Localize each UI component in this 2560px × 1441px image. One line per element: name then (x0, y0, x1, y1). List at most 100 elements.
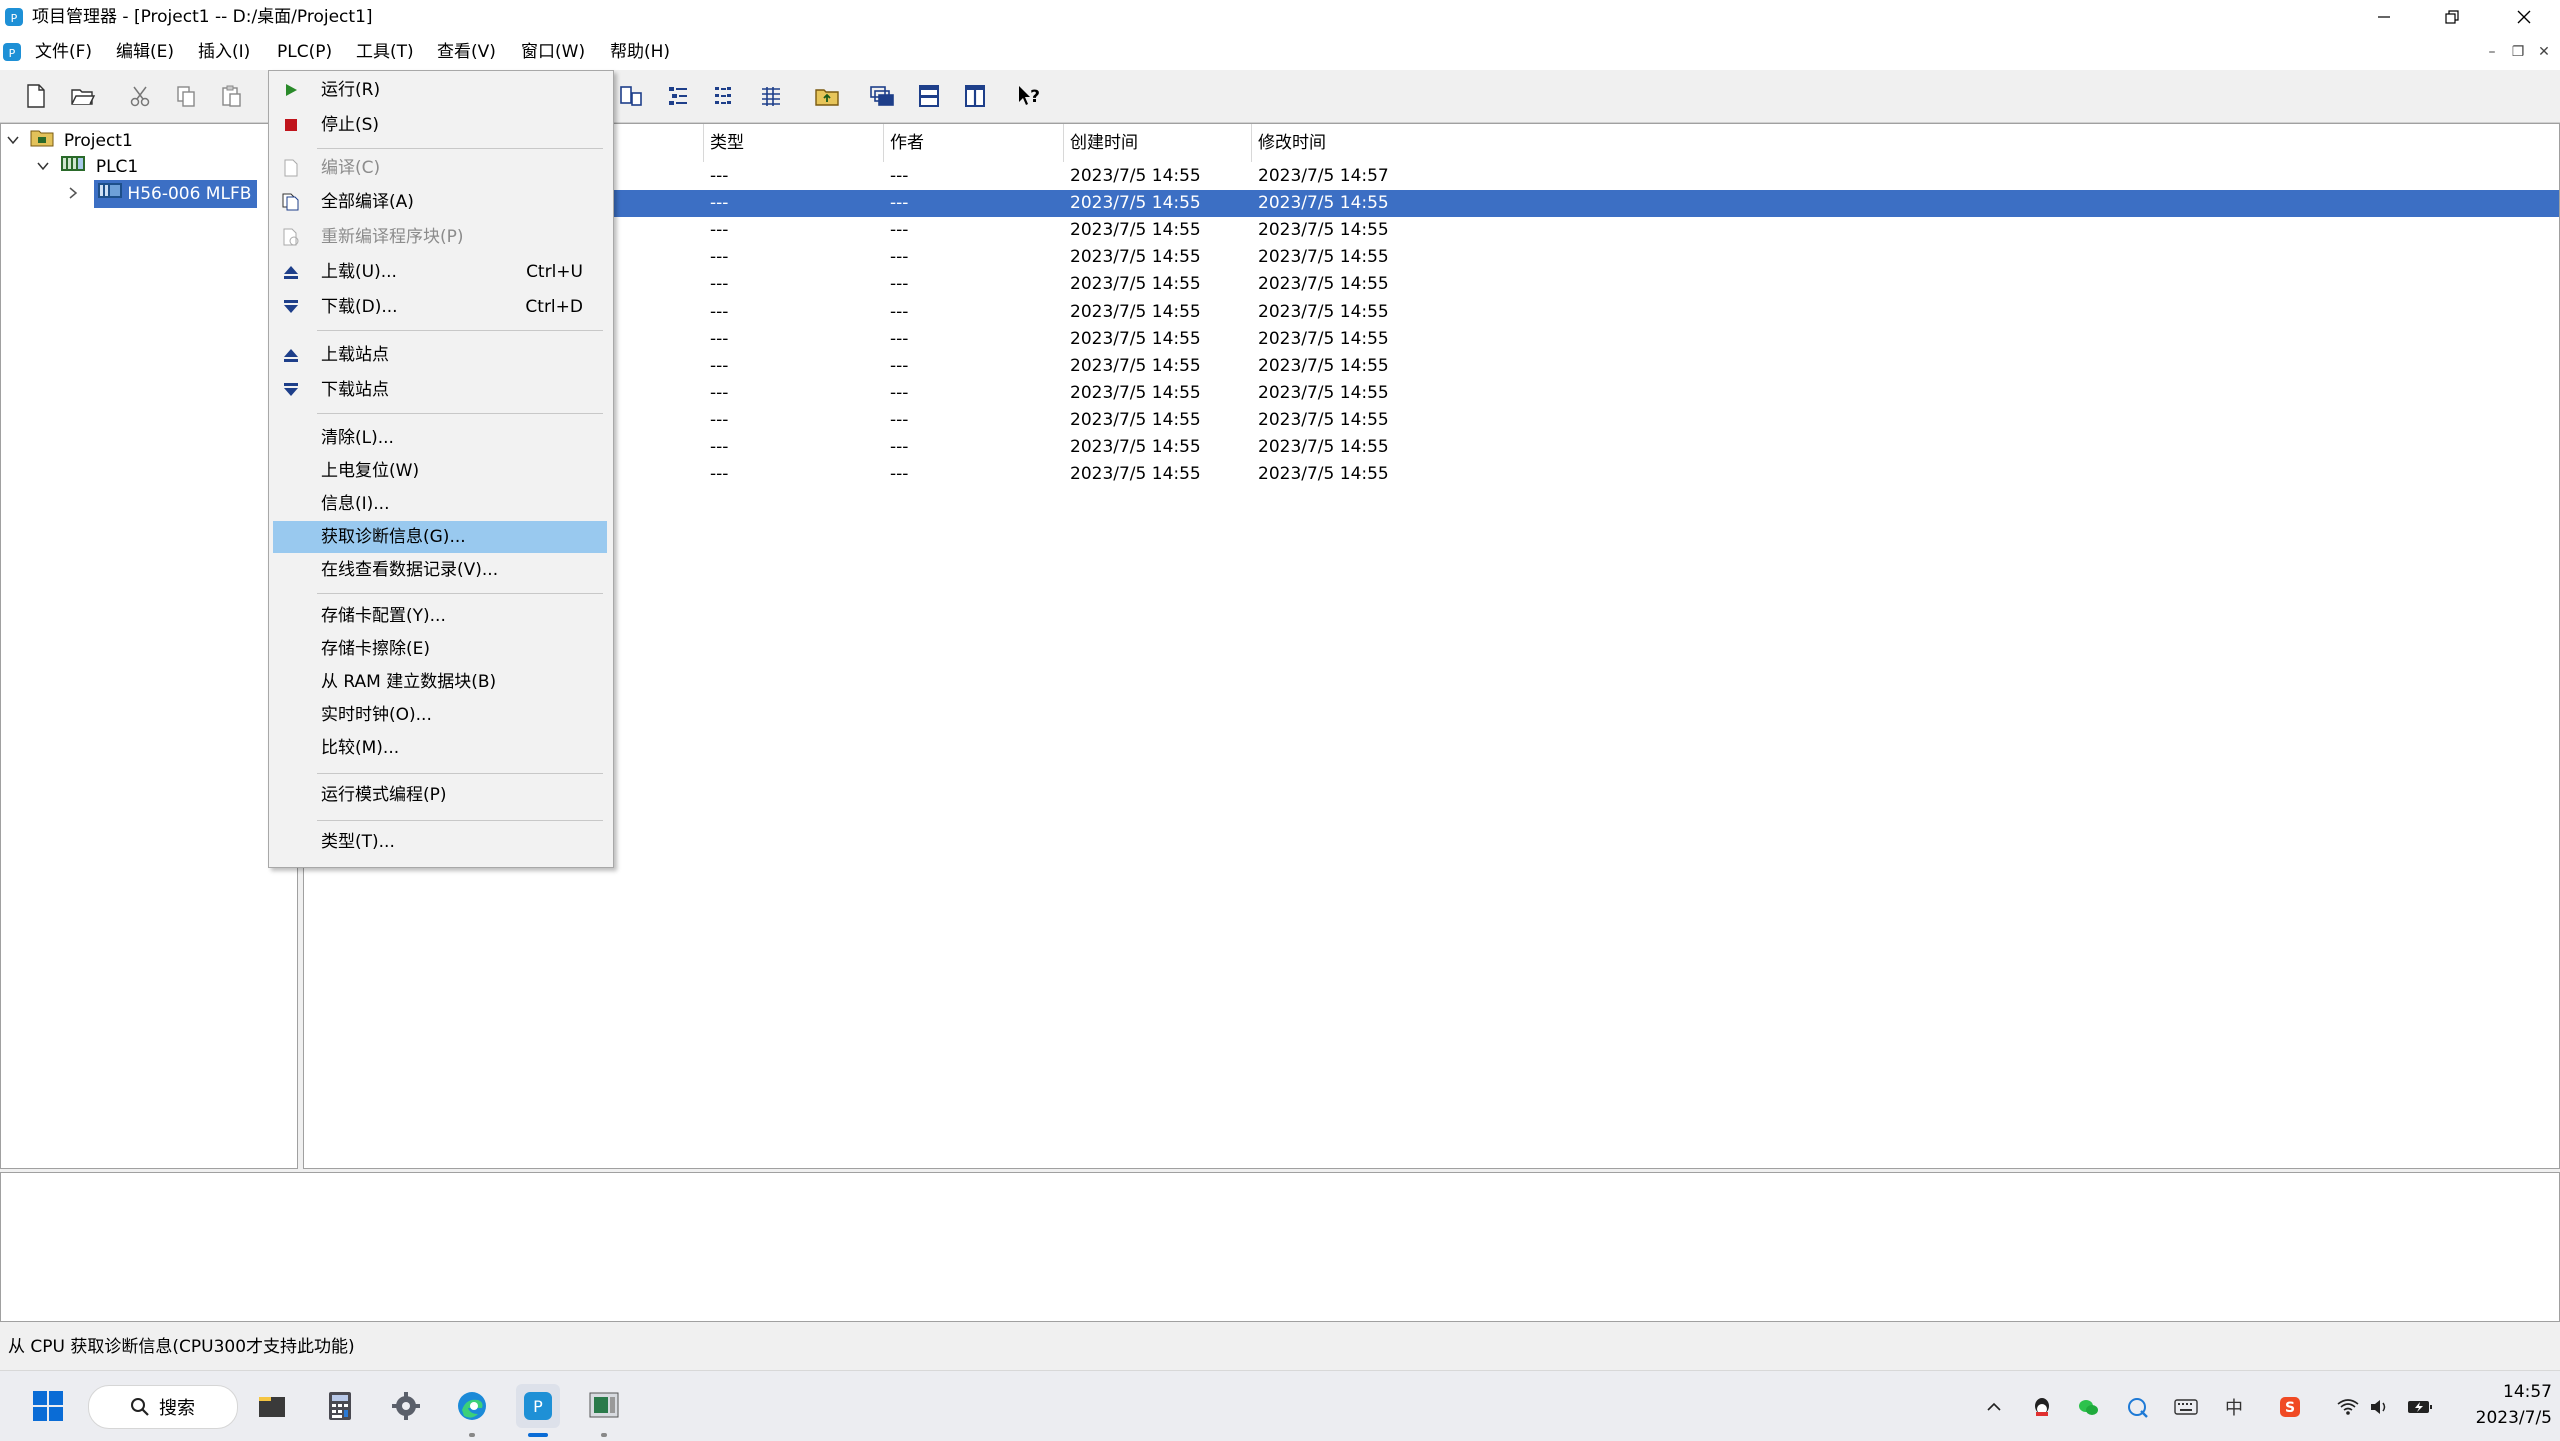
column-header-author[interactable]: 作者 (884, 124, 1064, 162)
cell-created: 2023/7/5 14:55 (1070, 193, 1201, 214)
menu-item-download[interactable]: 下载(D)... Ctrl+D (273, 291, 607, 323)
svg-text:P: P (533, 1397, 543, 1416)
clock-date: 2023/7/5 (2475, 1408, 2552, 1428)
menu-item-ram-to-db[interactable]: 从 RAM 建立数据块(B) (273, 666, 607, 698)
calculator-icon[interactable] (318, 1384, 362, 1428)
cell-modified: 2023/7/5 14:55 (1258, 437, 1389, 457)
battery-icon[interactable] (2406, 1393, 2434, 1421)
table-row[interactable]: --- --- 2023/7/5 14:55 2023/7/5 14:55 (304, 326, 2559, 353)
menu-item-diagnostics[interactable]: 获取诊断信息(G)... (273, 521, 607, 553)
volume-icon[interactable] (2366, 1393, 2394, 1421)
menu-item-upload-station[interactable]: 上载站点 (273, 339, 607, 371)
wifi-icon[interactable] (2334, 1393, 2362, 1421)
menu-item-compile-all[interactable]: 全部编译(A) (273, 186, 607, 218)
recompile-icon (281, 227, 301, 247)
menu-item-real-time-clock[interactable]: 实时时钟(O)... (273, 699, 607, 731)
table-row[interactable]: --- --- 2023/7/5 14:55 2023/7/5 14:55 (304, 217, 2559, 244)
plc-sim-app-icon[interactable] (582, 1384, 626, 1428)
menu-help[interactable]: 帮助(H) (604, 34, 676, 70)
menu-item-power-reset[interactable]: 上电复位(W) (273, 455, 607, 487)
menu-item-compare[interactable]: 比较(M)... (273, 732, 607, 764)
menu-item-info[interactable]: 信息(I)... (273, 488, 607, 520)
cascade-windows-icon[interactable] (863, 78, 901, 114)
menu-tools[interactable]: 工具(T) (350, 34, 420, 70)
menu-item-type[interactable]: 类型(T)... (273, 826, 607, 858)
table-row[interactable]: --- --- 2023/7/5 14:55 2023/7/5 14:55 (304, 407, 2559, 434)
new-file-icon[interactable] (17, 78, 55, 114)
table-row[interactable]: --- --- 2023/7/5 14:55 2023/7/5 14:55 (304, 353, 2559, 380)
menu-item-run-mode-edit[interactable]: 运行模式编程(P) (273, 779, 607, 811)
table-row[interactable]: --- --- 2023/7/5 14:55 2023/7/5 14:55 (304, 244, 2559, 271)
cell-author: --- (890, 328, 909, 349)
column-header-created[interactable]: 创建时间 (1064, 124, 1252, 162)
small-icons-view-icon[interactable] (659, 78, 697, 114)
settings-gear-icon[interactable] (384, 1384, 428, 1428)
tile-vertical-icon[interactable] (956, 78, 994, 114)
show-hidden-icons-chevron-icon[interactable] (1980, 1393, 2008, 1421)
tree-node-device[interactable]: H56-006 MLFB (67, 180, 258, 208)
mdi-close-icon[interactable]: ✕ (2532, 40, 2556, 64)
qq-tray-icon[interactable] (2028, 1393, 2056, 1421)
keyboard-tray-icon[interactable] (2172, 1393, 2200, 1421)
menu-separator (317, 148, 603, 149)
menu-item-online-data-log[interactable]: 在线查看数据记录(V)... (273, 554, 607, 586)
sogou-tray-icon[interactable]: S (2276, 1393, 2304, 1421)
expand-arrow-icon[interactable] (67, 181, 89, 207)
collapse-arrow-icon[interactable] (37, 154, 55, 180)
cloud-sync-tray-icon[interactable] (2124, 1393, 2152, 1421)
menu-item-clear[interactable]: 清除(L)... (273, 422, 607, 454)
tree-node-plc[interactable]: PLC1 (37, 153, 138, 179)
copy-icon[interactable] (167, 78, 205, 114)
list-view-icon[interactable] (705, 78, 743, 114)
menu-edit[interactable]: 编辑(E) (110, 34, 180, 70)
column-header-type[interactable]: 类型 (704, 124, 884, 162)
table-row[interactable]: --- --- 2023/7/5 14:55 2023/7/5 14:55 (304, 299, 2559, 326)
mdi-minimize-icon[interactable]: – (2480, 40, 2504, 64)
cell-author: --- (890, 274, 909, 295)
menu-item-run[interactable]: 运行(R) (273, 74, 607, 106)
file-explorer-icon[interactable] (250, 1384, 294, 1428)
close-button[interactable] (2490, 0, 2558, 34)
edge-browser-icon[interactable] (450, 1384, 494, 1428)
menu-window[interactable]: 窗口(W) (515, 34, 591, 70)
table-row[interactable]: --- --- 2023/7/5 14:55 2023/7/5 14:55 (304, 190, 2559, 218)
taskbar-search[interactable]: 搜索 (88, 1385, 238, 1429)
paste-icon[interactable] (213, 78, 251, 114)
wechat-tray-icon[interactable] (2074, 1393, 2102, 1421)
menu-item-upload[interactable]: 上载(U)... Ctrl+U (273, 256, 607, 288)
tree-device-selection: H56-006 MLFB (94, 180, 258, 208)
cut-icon[interactable] (121, 78, 159, 114)
table-row[interactable]: --- --- 2023/7/5 14:55 2023/7/5 14:55 (304, 461, 2559, 488)
start-button[interactable] (26, 1384, 70, 1428)
table-row[interactable]: --- --- 2023/7/5 14:55 2023/7/5 14:55 (304, 271, 2559, 298)
cell-type: --- (710, 464, 729, 485)
clock[interactable]: 14:57 2023/7/5 (2440, 1379, 2552, 1433)
menu-item-stop[interactable]: 停止(S) (273, 109, 607, 141)
large-icons-view-icon[interactable] (612, 78, 650, 114)
ime-indicator[interactable]: 中 (2220, 1393, 2248, 1421)
menu-item-compile[interactable]: 编译(C) (273, 152, 607, 184)
details-view-icon[interactable] (752, 78, 790, 114)
table-row[interactable]: --- --- 2023/7/5 14:55 2023/7/5 14:55 (304, 434, 2559, 461)
column-header-modified[interactable]: 修改时间 (1252, 124, 2559, 162)
menu-file[interactable]: 文件(F) (29, 34, 98, 70)
up-folder-icon[interactable] (808, 78, 846, 114)
menu-item-memory-card-erase[interactable]: 存储卡擦除(E) (273, 633, 607, 665)
menu-insert[interactable]: 插入(I) (192, 34, 256, 70)
collapse-arrow-icon[interactable] (7, 128, 25, 154)
minimize-button[interactable] (2350, 0, 2418, 34)
restore-button[interactable] (2418, 0, 2486, 34)
step7-app-icon[interactable]: P (516, 1384, 560, 1428)
mdi-restore-icon[interactable]: ❐ (2506, 40, 2530, 64)
menu-item-download-station[interactable]: 下载站点 (273, 374, 607, 406)
table-row[interactable]: --- --- 2023/7/5 14:55 2023/7/5 14:55 (304, 380, 2559, 407)
tree-node-project[interactable]: Project1 (7, 127, 133, 153)
context-help-icon[interactable]: ? (1010, 78, 1048, 114)
open-folder-icon[interactable] (64, 78, 102, 114)
tile-horizontal-icon[interactable] (910, 78, 948, 114)
table-row[interactable]: --- --- 2023/7/5 14:55 2023/7/5 14:57 (304, 163, 2559, 190)
menu-item-recompile-blocks[interactable]: 重新编译程序块(P) (273, 221, 607, 253)
menu-view[interactable]: 查看(V) (431, 34, 502, 70)
menu-plc[interactable]: PLC(P) (271, 34, 339, 70)
menu-item-memory-card-config[interactable]: 存储卡配置(Y)... (273, 600, 607, 632)
